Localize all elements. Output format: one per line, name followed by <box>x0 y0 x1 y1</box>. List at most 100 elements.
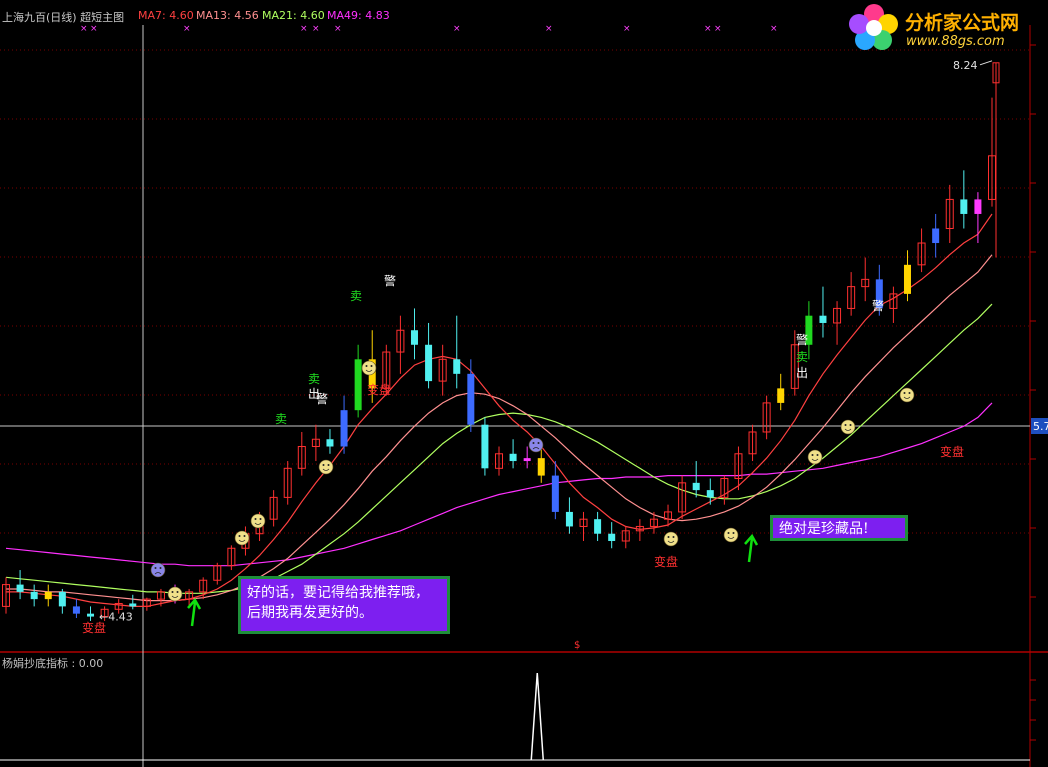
candle-body <box>819 315 827 323</box>
x-marker: × <box>334 24 342 34</box>
face-eye <box>672 536 675 538</box>
chart-title: 上海九百(日线) 超短主图 <box>2 11 125 24</box>
smiley-face-icon <box>234 530 250 546</box>
sell-signal: 卖 <box>350 289 362 303</box>
candle-body <box>129 603 137 607</box>
face-eye <box>327 464 330 466</box>
x-marker: × <box>623 24 631 34</box>
face-eye <box>816 454 819 456</box>
face-eye <box>667 536 670 538</box>
green-up-arrow-icon <box>187 597 202 627</box>
candle-body <box>903 264 911 294</box>
candle-body <box>410 330 418 345</box>
candle-body <box>932 228 940 244</box>
face-eye <box>811 454 814 456</box>
candle-body <box>72 606 80 614</box>
indicator-label: 杨娟抄底指标 : 0.00 <box>2 657 104 670</box>
smiley-face-icon <box>167 586 183 602</box>
face-eye <box>238 535 241 537</box>
sell-signal: 卖 <box>308 372 320 386</box>
ma7-line <box>6 213 993 608</box>
face-eye <box>849 424 852 426</box>
candle-body <box>326 439 334 447</box>
change-signal: 变盘 <box>82 620 106 635</box>
sad-face-icon <box>150 562 166 578</box>
face-eye <box>727 532 730 534</box>
x-marker: × <box>545 24 553 34</box>
chart-canvas: 5.78.24←4.43× × × × × × × × × × × ×卖卖卖出警警警卖出警变盘变盘变盘… <box>0 24 1048 767</box>
candle-body <box>44 591 52 600</box>
face-eye <box>365 365 368 367</box>
high-price-label: 8.24 <box>953 59 978 72</box>
smiley-face-icon <box>361 360 377 376</box>
ma21-label: MA21: 4.60 <box>262 9 325 22</box>
candle-body <box>354 359 362 411</box>
candle-body <box>453 359 461 374</box>
x-marker: × <box>90 24 98 34</box>
candle-body <box>481 424 489 469</box>
x-marker: × <box>714 24 722 34</box>
sad-face-icon <box>528 437 544 453</box>
smiley-face-icon <box>318 459 334 475</box>
sell-signal: 卖 <box>796 350 808 364</box>
face-eye <box>259 518 262 520</box>
face-eye <box>171 591 174 593</box>
x-marker: × <box>704 24 712 34</box>
candle-body <box>340 410 348 447</box>
candle-body <box>523 458 531 462</box>
candle-body <box>509 453 517 462</box>
ma7-label: MA7: 4.60 <box>138 9 194 22</box>
face-eye <box>903 392 906 394</box>
x-marker: × <box>300 24 308 34</box>
warn-signal: 警 <box>796 332 808 347</box>
sell-out-signal: 出 <box>796 366 808 380</box>
change-signal: 变盘 <box>367 382 391 397</box>
indicator-spike <box>530 672 545 761</box>
warn-signal: 警 <box>872 298 884 313</box>
change-signal: 变盘 <box>940 444 964 459</box>
annotation-note-2: 绝对是珍藏品! <box>770 515 908 541</box>
face-eye <box>370 365 373 367</box>
annotation-note-1: 好的话，要记得给我推荐哦，后期我再发更好的。 <box>238 576 450 634</box>
candle-body <box>551 475 559 512</box>
chart-stage: 5.7 8.24 ←4.43 × × × × × × × × × × × × 卖卖卖出警警警卖出警变盘 变盘 变盘… <box>0 0 1048 767</box>
high-price-arrow <box>979 60 993 66</box>
candle-body <box>30 591 38 600</box>
logo-text: 分析家公式网 <box>905 12 1020 34</box>
candle-body <box>608 533 616 541</box>
x-marker: × <box>770 24 778 34</box>
face-eye <box>254 518 257 520</box>
candle-body <box>594 519 602 534</box>
change-signal: 变盘 <box>654 554 678 569</box>
smiley-face-icon <box>250 513 266 529</box>
current-price-label: 5.7 <box>1033 420 1048 433</box>
face-eye <box>243 535 246 537</box>
smiley-face-icon <box>840 419 856 435</box>
x-marker: × <box>80 24 88 34</box>
bottom-marker: $ <box>574 640 580 651</box>
ma13-label: MA13: 4.56 <box>196 9 259 22</box>
smiley-face-icon <box>663 531 679 547</box>
candle-body <box>537 458 545 476</box>
candle-body <box>87 613 95 617</box>
face-eye <box>732 532 735 534</box>
face-eye <box>537 442 540 444</box>
candle-body <box>467 373 475 425</box>
sell-signal: 卖 <box>275 412 287 426</box>
logo-url: www.88gs.com <box>906 34 1005 49</box>
candle-body <box>777 388 785 403</box>
face-eye <box>159 567 162 569</box>
green-up-arrow-icon <box>744 533 759 563</box>
face-eye <box>844 424 847 426</box>
x-marker: × <box>183 24 191 34</box>
smiley-face-icon <box>723 527 739 543</box>
candle-body <box>425 344 433 382</box>
candle-body <box>16 584 24 592</box>
smiley-face-icon <box>899 387 915 403</box>
candle-body <box>974 199 982 214</box>
candle-body <box>706 490 714 498</box>
x-marker: × <box>312 24 320 34</box>
face-eye <box>176 591 179 593</box>
face-eye <box>154 567 157 569</box>
candle-body <box>565 511 573 527</box>
